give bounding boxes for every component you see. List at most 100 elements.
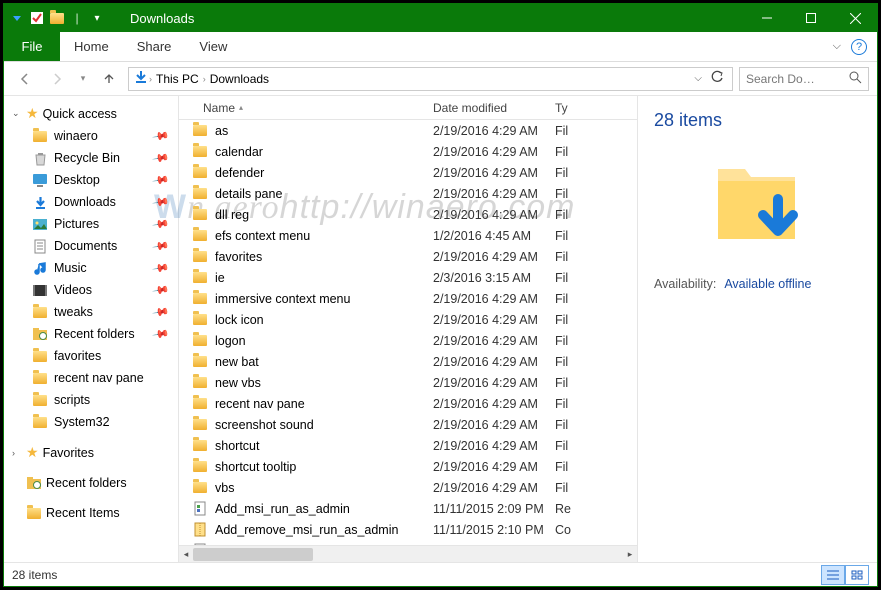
file-date: 2/19/2016 4:29 AM bbox=[433, 208, 555, 222]
file-row[interactable]: lock icon2/19/2016 4:29 AMFil bbox=[179, 309, 637, 330]
pin-icon: 📌 bbox=[152, 303, 171, 322]
file-row[interactable]: screenshot sound2/19/2016 4:29 AMFil bbox=[179, 414, 637, 435]
sidebar-item-recycle-bin[interactable]: Recycle Bin📌 bbox=[4, 147, 178, 169]
file-name: new vbs bbox=[215, 376, 433, 390]
file-row[interactable]: defender2/19/2016 4:29 AMFil bbox=[179, 162, 637, 183]
sidebar-item-music[interactable]: Music📌 bbox=[4, 257, 178, 279]
file-row[interactable]: efs context menu1/2/2016 4:45 AMFil bbox=[179, 225, 637, 246]
quick-access-label: Quick access bbox=[43, 107, 117, 121]
sidebar-item-favorites[interactable]: favorites bbox=[4, 345, 178, 367]
close-button[interactable] bbox=[833, 4, 877, 32]
sidebar-item-label: Desktop bbox=[54, 173, 100, 187]
sidebar-item-recent-nav-pane[interactable]: recent nav pane bbox=[4, 367, 178, 389]
sidebar-item-label: recent nav pane bbox=[54, 371, 144, 385]
file-list[interactable]: Name▴ Date modified Ty as2/19/2016 4:29 … bbox=[179, 96, 637, 562]
file-row[interactable]: shortcut tooltip2/19/2016 4:29 AMFil bbox=[179, 456, 637, 477]
nav-group-recent-folders[interactable]: Recent folders bbox=[4, 472, 178, 494]
pin-icon: 📌 bbox=[152, 215, 171, 234]
nav-back-button[interactable] bbox=[12, 66, 38, 92]
file-row[interactable]: recent nav pane2/19/2016 4:29 AMFil bbox=[179, 393, 637, 414]
nav-group-quick-access[interactable]: ⌄ ★ Quick access bbox=[4, 102, 178, 125]
scroll-left-icon[interactable]: ◂ bbox=[179, 546, 193, 562]
sidebar-item-recent-folders[interactable]: Recent folders📌 bbox=[4, 323, 178, 345]
file-row[interactable]: vbs2/19/2016 4:29 AMFil bbox=[179, 477, 637, 498]
file-name: calendar bbox=[215, 145, 433, 159]
scroll-thumb[interactable] bbox=[193, 548, 313, 561]
nav-forward-button[interactable] bbox=[44, 66, 70, 92]
maximize-button[interactable] bbox=[789, 4, 833, 32]
sidebar-item-tweaks[interactable]: tweaks 📌 bbox=[4, 301, 178, 323]
files-area: Name▴ Date modified Ty as2/19/2016 4:29 … bbox=[179, 96, 877, 562]
down-arrow-icon[interactable] bbox=[8, 9, 26, 27]
file-row[interactable]: logon2/19/2016 4:29 AMFil bbox=[179, 330, 637, 351]
file-row[interactable]: favorites2/19/2016 4:29 AMFil bbox=[179, 246, 637, 267]
file-date: 2/19/2016 4:29 AM bbox=[433, 355, 555, 369]
column-name[interactable]: Name▴ bbox=[203, 101, 433, 115]
sidebar-item-pictures[interactable]: Pictures📌 bbox=[4, 213, 178, 235]
expand-ribbon-icon[interactable]: ⌵ bbox=[833, 40, 841, 53]
file-row[interactable]: dll reg2/19/2016 4:29 AMFil bbox=[179, 204, 637, 225]
file-row[interactable]: immersive context menu2/19/2016 4:29 AMF… bbox=[179, 288, 637, 309]
view-details-button[interactable] bbox=[821, 565, 845, 585]
nav-up-button[interactable] bbox=[96, 66, 122, 92]
file-row[interactable]: details pane2/19/2016 4:29 AMFil bbox=[179, 183, 637, 204]
address-dropdown-icon[interactable]: ⌵ bbox=[694, 73, 702, 84]
file-row[interactable]: new bat2/19/2016 4:29 AMFil bbox=[179, 351, 637, 372]
nav-group-favorites[interactable]: › ★ Favorites bbox=[4, 441, 178, 464]
expand-icon[interactable]: › bbox=[12, 448, 22, 458]
file-tab[interactable]: File bbox=[4, 32, 60, 61]
file-row[interactable]: calendar2/19/2016 4:29 AMFil bbox=[179, 141, 637, 162]
column-headers[interactable]: Name▴ Date modified Ty bbox=[179, 96, 637, 120]
file-row[interactable]: new vbs2/19/2016 4:29 AMFil bbox=[179, 372, 637, 393]
file-name: Add_msi_run_as_admin bbox=[215, 502, 433, 516]
sidebar-item-videos[interactable]: Videos📌 bbox=[4, 279, 178, 301]
details-thumbnail bbox=[654, 151, 861, 251]
folder-icon bbox=[32, 392, 48, 408]
help-icon[interactable]: ? bbox=[851, 39, 867, 55]
sidebar-item-system32[interactable]: System32 bbox=[4, 411, 178, 433]
collapse-icon[interactable]: ⌄ bbox=[12, 108, 22, 119]
titlebar[interactable]: | ▾ Downloads bbox=[4, 4, 877, 32]
horizontal-scrollbar[interactable]: ◂ ▸ bbox=[179, 545, 637, 562]
search-icon bbox=[849, 71, 862, 87]
body: Wn aerohttp://winaero.com ⌄ ★ Quick acce… bbox=[4, 96, 877, 562]
file-row[interactable]: Add_remove_msi_run_as_admin11/11/2015 2:… bbox=[179, 519, 637, 540]
file-row[interactable]: ie2/3/2016 3:15 AMFil bbox=[179, 267, 637, 288]
minimize-button[interactable] bbox=[745, 4, 789, 32]
search-input[interactable]: Search Do… bbox=[739, 67, 869, 91]
nav-history-dropdown[interactable]: ▾ bbox=[76, 66, 90, 92]
recent-folders-icon bbox=[26, 475, 42, 491]
sidebar-item-label: tweaks bbox=[54, 305, 93, 319]
file-row[interactable]: as2/19/2016 4:29 AMFil bbox=[179, 120, 637, 141]
nav-group-recent-items[interactable]: Recent Items bbox=[4, 502, 178, 524]
navigation-pane[interactable]: ⌄ ★ Quick access winaero📌Recycle Bin📌Des… bbox=[4, 96, 179, 562]
sidebar-item-winaero[interactable]: winaero📌 bbox=[4, 125, 178, 147]
tab-home[interactable]: Home bbox=[60, 32, 123, 61]
file-row[interactable]: Add_msi_run_as_admin11/11/2015 2:09 PMRe bbox=[179, 498, 637, 519]
file-type: Re bbox=[555, 502, 581, 516]
qat-dropdown-icon[interactable]: ▾ bbox=[88, 9, 106, 27]
file-rows[interactable]: as2/19/2016 4:29 AMFilcalendar2/19/2016 … bbox=[179, 120, 637, 545]
sidebar-item-downloads[interactable]: Downloads📌 bbox=[4, 191, 178, 213]
new-folder-icon[interactable] bbox=[48, 9, 66, 27]
desktop-icon bbox=[32, 172, 48, 188]
tab-share[interactable]: Share bbox=[123, 32, 186, 61]
address-bar[interactable]: › This PC › Downloads ⌵ bbox=[128, 67, 733, 91]
sidebar-item-scripts[interactable]: scripts bbox=[4, 389, 178, 411]
breadcrumb-downloads[interactable]: Downloads bbox=[206, 72, 273, 86]
properties-check-icon[interactable] bbox=[28, 9, 46, 27]
column-date[interactable]: Date modified bbox=[433, 101, 555, 115]
search-placeholder: Search Do… bbox=[746, 72, 815, 86]
breadcrumb-this-pc[interactable]: This PC bbox=[152, 72, 203, 86]
sidebar-item-desktop[interactable]: Desktop📌 bbox=[4, 169, 178, 191]
availability-value[interactable]: Available offline bbox=[724, 277, 811, 291]
sidebar-item-label: Documents bbox=[54, 239, 117, 253]
file-row[interactable]: shortcut2/19/2016 4:29 AMFil bbox=[179, 435, 637, 456]
view-large-icons-button[interactable] bbox=[845, 565, 869, 585]
scroll-right-icon[interactable]: ▸ bbox=[623, 546, 637, 562]
column-type[interactable]: Ty bbox=[555, 101, 581, 115]
sidebar-item-documents[interactable]: Documents📌 bbox=[4, 235, 178, 257]
refresh-icon[interactable] bbox=[710, 70, 724, 87]
file-name: screenshot sound bbox=[215, 418, 433, 432]
tab-view[interactable]: View bbox=[185, 32, 241, 61]
